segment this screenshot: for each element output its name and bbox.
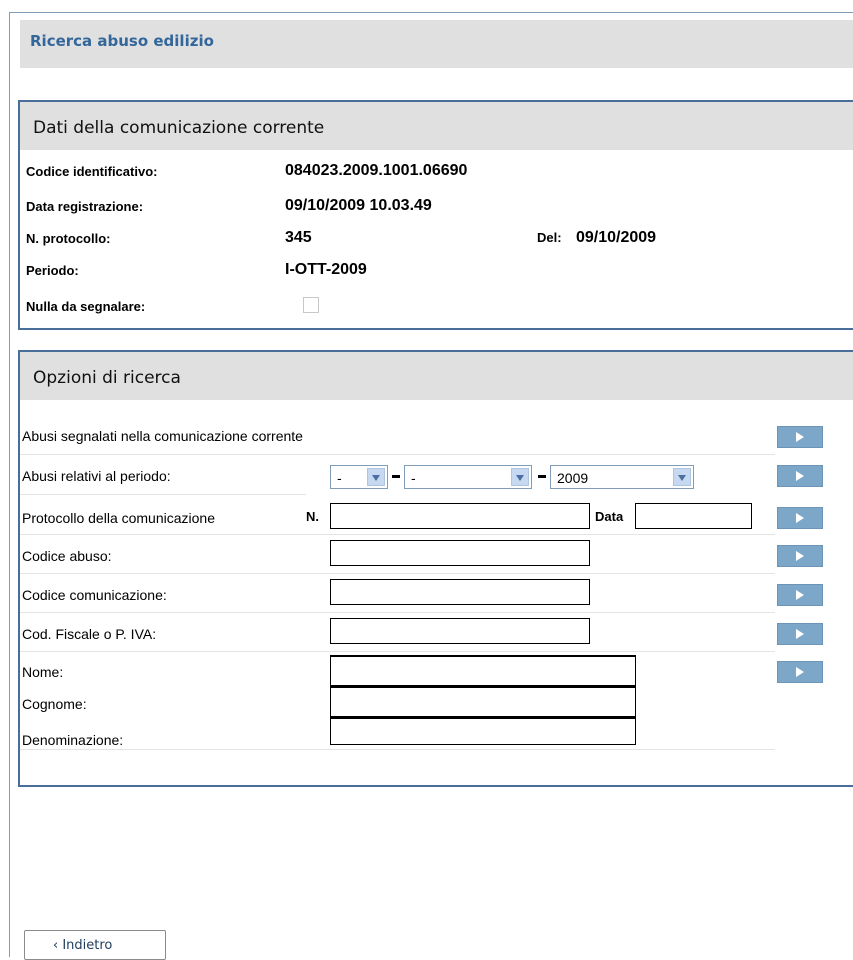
protocollo-label: N. protocollo: bbox=[26, 231, 111, 246]
periodo-value: I-OTT-2009 bbox=[285, 261, 367, 278]
codice-abuso-label: Codice abuso: bbox=[22, 548, 112, 564]
chevron-down-icon bbox=[511, 468, 529, 486]
denominazione-label: Denominazione: bbox=[22, 732, 124, 748]
n-label: N. bbox=[306, 509, 319, 524]
del-value: 09/10/2009 bbox=[576, 229, 657, 246]
search-options-header: Opzioni di ricerca bbox=[20, 352, 853, 400]
protocollo-value: 345 bbox=[285, 229, 312, 246]
page-title: Ricerca abuso edilizio bbox=[30, 32, 214, 50]
row-divider bbox=[20, 454, 775, 455]
communication-panel-title: Dati della comunicazione corrente bbox=[33, 118, 325, 138]
row-divider bbox=[20, 612, 775, 613]
nulla-da-segnalare-label: Nulla da segnalare: bbox=[26, 299, 146, 314]
page-header: Ricerca abuso edilizio bbox=[20, 20, 853, 68]
cod-fiscale-search-button[interactable] bbox=[777, 623, 823, 645]
del-label: Del: bbox=[537, 230, 562, 245]
nome-label: Nome: bbox=[22, 664, 64, 680]
back-button-label: ‹ Indietro bbox=[53, 938, 113, 953]
dash-separator bbox=[392, 475, 400, 478]
periodo-label: Periodo: bbox=[26, 263, 79, 278]
abusi-segnalati-search-button[interactable] bbox=[777, 426, 823, 448]
search-options-title: Opzioni di ricerca bbox=[33, 368, 181, 388]
communication-panel-header: Dati della comunicazione corrente bbox=[20, 102, 853, 150]
nulla-da-segnalare-checkbox[interactable] bbox=[303, 297, 319, 313]
back-button[interactable]: ‹ Indietro bbox=[24, 930, 166, 960]
chevron-down-icon bbox=[673, 468, 691, 486]
dash-separator bbox=[538, 475, 546, 478]
period-year-select[interactable]: 2009 bbox=[550, 465, 694, 489]
period-year-select-value: 2009 bbox=[557, 470, 589, 486]
data-registrazione-label: Data registrazione: bbox=[26, 199, 144, 214]
row-divider bbox=[20, 651, 775, 652]
frame-border-left bbox=[9, 12, 10, 957]
protocollo-n-input[interactable] bbox=[330, 503, 590, 529]
period-second-select[interactable]: - bbox=[404, 465, 532, 489]
abusi-periodo-search-button[interactable] bbox=[777, 465, 823, 487]
cognome-label: Cognome: bbox=[22, 696, 87, 712]
abusi-segnalati-label: Abusi segnalati nella comunicazione corr… bbox=[22, 428, 303, 444]
codice-comunicazione-search-button[interactable] bbox=[777, 584, 823, 606]
codice-abuso-search-button[interactable] bbox=[777, 545, 823, 567]
codice-identificativo-label: Codice identificativo: bbox=[26, 164, 158, 179]
period-first-select[interactable]: - bbox=[330, 465, 388, 489]
cod-fiscale-label: Cod. Fiscale o P. IVA: bbox=[22, 626, 157, 642]
frame-border-top bbox=[9, 12, 853, 13]
data-label: Data bbox=[595, 509, 624, 524]
protocollo-data-input[interactable] bbox=[635, 503, 752, 529]
codice-abuso-input[interactable] bbox=[330, 540, 590, 566]
row-divider bbox=[20, 573, 775, 574]
nome-input[interactable] bbox=[330, 655, 636, 686]
search-options-panel: Opzioni di ricerca Abusi segnalati nella… bbox=[18, 350, 853, 787]
codice-comunicazione-input[interactable] bbox=[330, 579, 590, 605]
codice-identificativo-value: 084023.2009.1001.06690 bbox=[285, 162, 468, 179]
communication-panel: Dati della comunicazione corrente Codice… bbox=[18, 100, 853, 330]
row-divider bbox=[20, 494, 306, 495]
cognome-input[interactable] bbox=[330, 686, 636, 717]
data-registrazione-value: 09/10/2009 10.03.49 bbox=[285, 197, 432, 214]
abusi-periodo-label: Abusi relativi al periodo: bbox=[22, 468, 171, 484]
nome-search-button[interactable] bbox=[777, 661, 823, 683]
denominazione-input[interactable] bbox=[330, 717, 636, 745]
row-divider bbox=[20, 534, 775, 535]
period-second-select-value: - bbox=[411, 470, 416, 486]
row-divider bbox=[20, 749, 775, 750]
codice-comunicazione-label: Codice comunicazione: bbox=[22, 587, 167, 603]
protocollo-comunicazione-label: Protocollo della comunicazione bbox=[22, 510, 215, 526]
period-first-select-value: - bbox=[337, 470, 342, 486]
cod-fiscale-input[interactable] bbox=[330, 618, 590, 644]
chevron-down-icon bbox=[367, 468, 385, 486]
protocollo-search-button[interactable] bbox=[777, 507, 823, 529]
